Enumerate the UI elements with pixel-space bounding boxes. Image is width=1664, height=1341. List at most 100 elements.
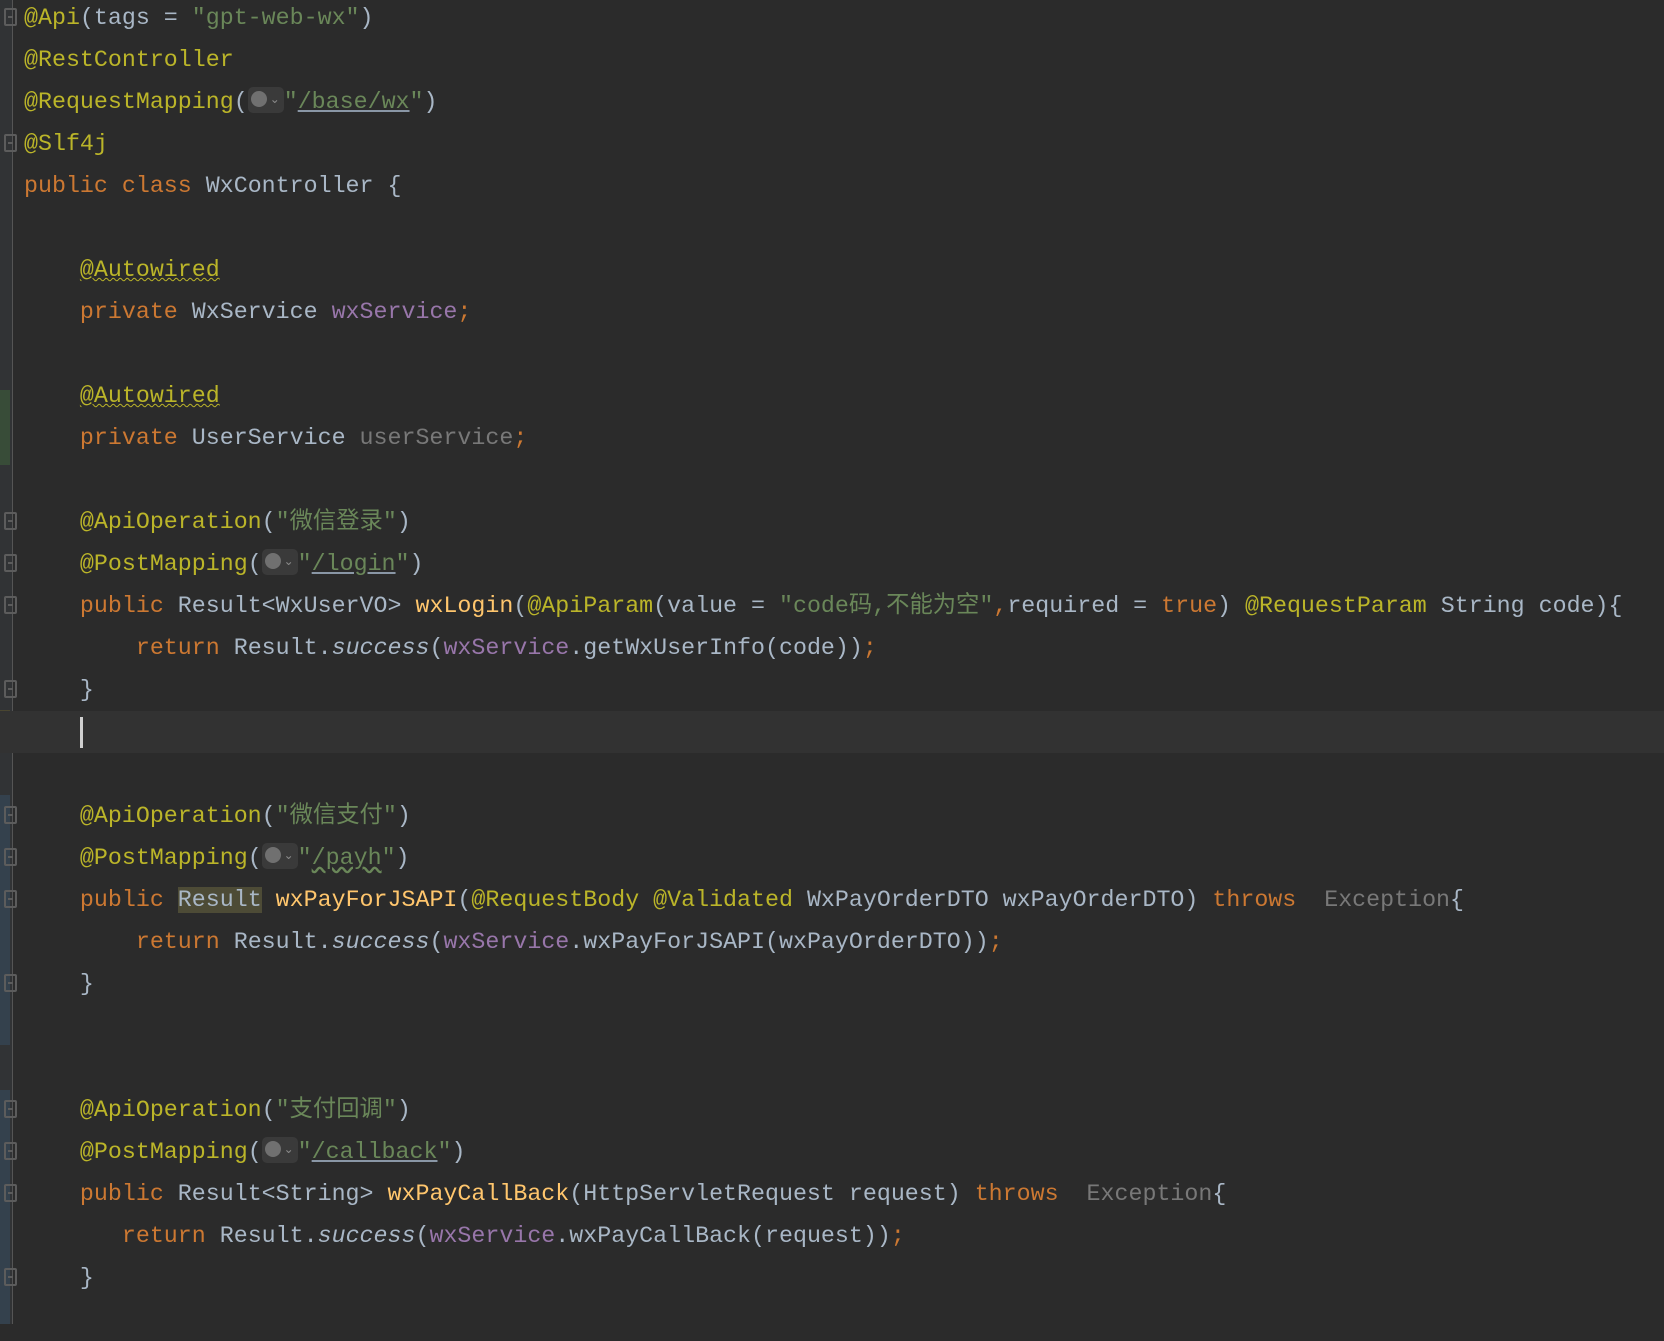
code-token: (: [261, 1097, 276, 1123]
code-line[interactable]: }: [0, 1257, 1664, 1299]
code-line[interactable]: public Result<String> wxPayCallBack(Http…: [0, 1173, 1664, 1215]
code-token: @Autowired: [79, 383, 220, 409]
code-line[interactable]: @PostMapping(⌄ "/callback"): [0, 1131, 1664, 1173]
code-line[interactable]: }: [0, 963, 1664, 1005]
code-token: @ApiParam: [527, 593, 654, 619]
code-token: ;: [988, 929, 1003, 955]
code-line[interactable]: public Result<WxUserVO> wxLogin(@ApiPara…: [0, 585, 1664, 627]
code-line[interactable]: [0, 333, 1664, 375]
code-line[interactable]: [0, 753, 1664, 795]
endpoint-inlay-button[interactable]: ⌄: [261, 549, 298, 575]
code-line[interactable]: @ApiOperation("微信支付"): [0, 795, 1664, 837]
code-token: WxPayOrderDTO wxPayOrderDTO): [806, 887, 1213, 913]
code-token: Result: [177, 887, 262, 913]
code-token: return: [24, 635, 234, 661]
code-token: @RestController: [24, 47, 234, 73]
code-line[interactable]: @PostMapping(⌄ "/login"): [0, 543, 1664, 585]
code-token: wxService: [443, 635, 570, 661]
code-token: (: [261, 509, 276, 535]
code-token: {: [1212, 1181, 1227, 1207]
code-token: WxService: [191, 299, 332, 325]
code-line[interactable]: [0, 1047, 1664, 1089]
code-token: public: [24, 593, 178, 619]
code-token: Result.: [233, 929, 332, 955]
globe-icon: [264, 553, 281, 569]
code-line[interactable]: public class WxController {: [0, 165, 1664, 207]
fold-marker-icon[interactable]: [4, 1184, 17, 1202]
code-token: ): [451, 1139, 466, 1165]
code-line[interactable]: @Api(tags = "gpt-web-wx"): [0, 0, 1664, 39]
code-token: wxService: [443, 929, 570, 955]
code-token: (: [261, 803, 276, 829]
globe-icon: [264, 847, 281, 863]
code-line[interactable]: private WxService wxService;: [0, 291, 1664, 333]
code-token: "支付回调": [275, 1097, 397, 1123]
fold-marker-icon[interactable]: [4, 974, 17, 992]
code-token: @ApiOperation: [79, 803, 262, 829]
code-line[interactable]: @PostMapping(⌄ "/payh"): [0, 837, 1664, 879]
code-token: /payh: [311, 845, 382, 871]
endpoint-inlay-button[interactable]: ⌄: [261, 1137, 298, 1163]
code-token: (HttpServletRequest request): [569, 1181, 975, 1207]
code-token: return: [24, 1223, 220, 1249]
fold-marker-icon[interactable]: [4, 1268, 17, 1286]
code-line[interactable]: [0, 459, 1664, 501]
code-line[interactable]: [0, 1299, 1664, 1341]
code-token: Exception: [1086, 1181, 1213, 1207]
code-token: ): [409, 551, 424, 577]
globe-icon: [250, 91, 267, 107]
code-line[interactable]: return Result.success(wxService.wxPayCal…: [0, 1215, 1664, 1257]
code-line[interactable]: @RequestMapping(⌄ "/base/wx"): [0, 81, 1664, 123]
fold-marker-icon[interactable]: [4, 848, 17, 866]
code-token: @Slf4j: [24, 131, 108, 157]
code-line[interactable]: return Result.success(wxService.wxPayFor…: [0, 921, 1664, 963]
code-line[interactable]: public Result wxPayForJSAPI(@RequestBody…: [0, 879, 1664, 921]
code-token: ): [359, 5, 374, 31]
code-line[interactable]: @Slf4j: [0, 123, 1664, 165]
fold-marker-icon[interactable]: [4, 134, 17, 152]
code-line[interactable]: return Result.success(wxService.getWxUse…: [0, 627, 1664, 669]
code-line[interactable]: [0, 1005, 1664, 1047]
code-token: @RequestParam: [1245, 593, 1441, 619]
code-token: @RequestBody @Validated: [471, 887, 807, 913]
fold-marker-icon[interactable]: [4, 8, 17, 26]
code-line[interactable]: private UserService userService;: [0, 417, 1664, 459]
code-line[interactable]: [0, 711, 1664, 753]
code-token: (: [415, 1223, 430, 1249]
code-line[interactable]: @RestController: [0, 39, 1664, 81]
code-token: wxService: [429, 1223, 556, 1249]
code-token: public: [24, 887, 178, 913]
code-token: {: [1450, 887, 1465, 913]
code-token: ": [283, 89, 298, 115]
code-editor[interactable]: @Api(tags = "gpt-web-wx") @RestController…: [0, 0, 1664, 1341]
endpoint-inlay-button[interactable]: ⌄: [247, 87, 284, 113]
code-token: Result.: [219, 1223, 318, 1249]
fold-marker-icon[interactable]: [4, 890, 17, 908]
code-token: @PostMapping: [79, 551, 248, 577]
code-line[interactable]: @ApiOperation("微信登录"): [0, 501, 1664, 543]
code-line[interactable]: [0, 207, 1664, 249]
code-token: userService: [359, 425, 514, 451]
code-line[interactable]: @ApiOperation("支付回调"): [0, 1089, 1664, 1131]
fold-marker-icon[interactable]: [4, 554, 17, 572]
endpoint-inlay-button[interactable]: ⌄: [261, 843, 298, 869]
fold-marker-icon[interactable]: [4, 596, 17, 614]
code-line[interactable]: @Autowired: [0, 249, 1664, 291]
code-token: throws: [1212, 887, 1325, 913]
code-token: (: [429, 929, 444, 955]
code-line[interactable]: }: [0, 669, 1664, 711]
chevron-down-icon: ⌄: [283, 848, 294, 862]
fold-marker-icon[interactable]: [4, 680, 17, 698]
fold-marker-icon[interactable]: [4, 1142, 17, 1160]
code-token: ): [396, 1097, 411, 1123]
code-token: wxPayForJSAPI: [275, 887, 458, 913]
fold-marker-icon[interactable]: [4, 512, 17, 530]
fold-marker-icon[interactable]: [4, 806, 17, 824]
code-line[interactable]: @Autowired: [0, 375, 1664, 417]
fold-marker-icon[interactable]: [4, 1100, 17, 1118]
code-token: "code码,不能为空": [778, 593, 994, 619]
